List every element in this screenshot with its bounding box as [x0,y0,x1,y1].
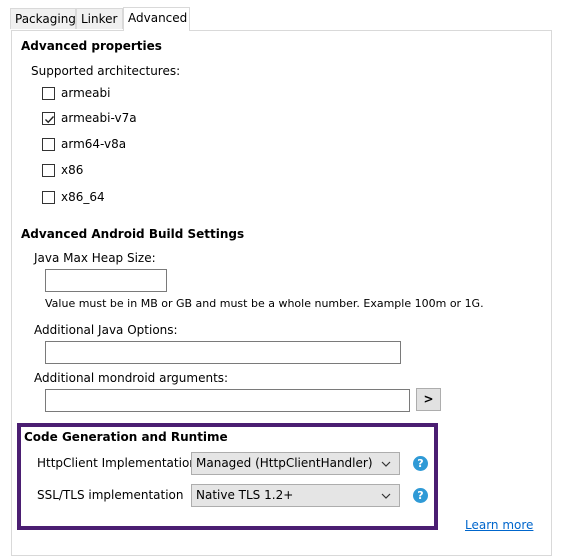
checkbox-armeabi-v7a[interactable] [42,112,55,125]
supported-architectures-label: Supported architectures: [31,64,181,78]
checkmark-icon [45,116,55,124]
checkbox-label-armeabi-v7a: armeabi-v7a [61,111,137,125]
tls-help-icon[interactable]: ? [413,488,428,503]
checkbox-label-arm64-v8a: arm64-v8a [61,137,127,151]
checkbox-label-armeabi: armeabi [61,86,111,100]
httpclient-implementation-value: Managed (HttpClientHandler) [196,456,373,470]
checkbox-label-x86-64: x86_64 [61,190,105,204]
learn-more-link[interactable]: Learn more [465,518,533,532]
java-options-input[interactable] [45,341,401,364]
tls-implementation-label: SSL/TLS implementation [37,488,184,502]
tls-implementation-select[interactable]: Native TLS 1.2+ [191,484,400,507]
java-heap-size-hint: Value must be in MB or GB and must be a … [45,297,484,310]
checkbox-arm64-v8a[interactable] [42,138,55,151]
tab-linker[interactable]: Linker [76,8,123,29]
tab-packaging[interactable]: Packaging [10,8,76,29]
mondroid-arguments-button[interactable]: > [416,388,441,411]
chevron-down-icon [381,493,391,499]
tls-implementation-value: Native TLS 1.2+ [196,488,294,502]
java-heap-size-label: Java Max Heap Size: [34,251,156,265]
mondroid-arguments-input[interactable] [45,389,410,412]
checkbox-x86-64[interactable] [42,191,55,204]
java-heap-size-input[interactable] [45,269,167,292]
mondroid-arguments-label: Additional mondroid arguments: [34,371,229,385]
java-options-label: Additional Java Options: [34,323,178,337]
section-title-code-generation: Code Generation and Runtime [24,430,228,444]
checkbox-armeabi[interactable] [42,87,55,100]
chevron-down-icon [381,461,391,467]
httpclient-implementation-select[interactable]: Managed (HttpClientHandler) [191,452,400,475]
checkbox-x86[interactable] [42,164,55,177]
httpclient-help-icon[interactable]: ? [413,456,428,471]
httpclient-implementation-label: HttpClient Implementation [37,456,197,470]
tab-advanced[interactable]: Advanced [123,7,190,31]
section-title-advanced-properties: Advanced properties [21,39,162,53]
checkbox-label-x86: x86 [61,163,84,177]
section-title-build-settings: Advanced Android Build Settings [21,227,245,241]
